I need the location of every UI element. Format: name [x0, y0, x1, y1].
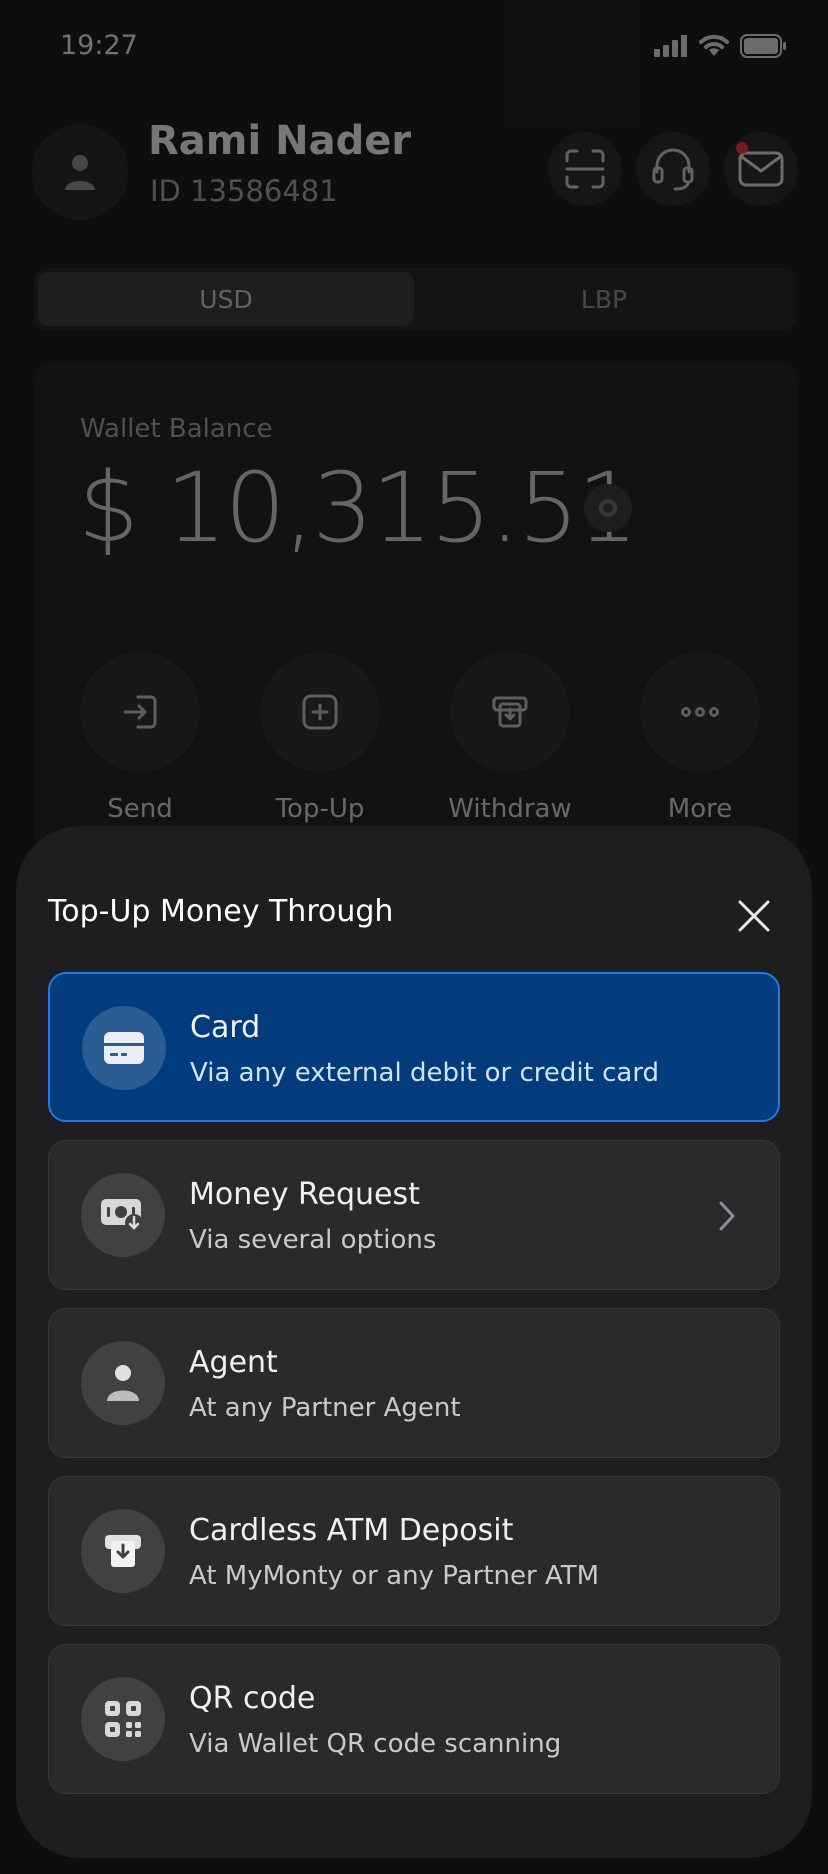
screen: 19:27 Rami Nader ID 13586481 USD LBP Wal… [0, 0, 828, 1874]
option-qr-code-subtitle: Via Wallet QR code scanning [189, 1729, 562, 1759]
person-icon [107, 1365, 139, 1401]
card-icon [104, 1032, 144, 1064]
top-up-bottom-sheet: Top-Up Money Through Card Via any extern… [16, 826, 812, 1858]
option-cardless-atm-deposit[interactable]: Cardless ATM Deposit At MyMonty or any P… [48, 1476, 780, 1626]
option-card-title: Card [190, 1010, 261, 1045]
option-money-request[interactable]: Money Request Via several options [48, 1140, 780, 1290]
money-request-icon [101, 1199, 143, 1232]
qr-code-icon [105, 1701, 141, 1737]
option-money-request-title: Money Request [189, 1177, 420, 1212]
close-button[interactable] [734, 896, 774, 936]
option-qr-code-title: QR code [189, 1681, 316, 1716]
close-icon [738, 900, 770, 932]
money-request-icon-wrap [81, 1173, 165, 1257]
option-agent-title: Agent [189, 1345, 278, 1380]
card-icon-wrap [82, 1006, 166, 1090]
option-card-subtitle: Via any external debit or credit card [190, 1058, 660, 1088]
option-qr-code[interactable]: QR code Via Wallet QR code scanning [48, 1644, 780, 1794]
atm-icon-wrap [81, 1509, 165, 1593]
option-money-request-subtitle: Via several options [189, 1225, 437, 1255]
agent-icon-wrap [81, 1341, 165, 1425]
option-agent-subtitle: At any Partner Agent [189, 1393, 461, 1423]
sheet-title: Top-Up Money Through [48, 894, 394, 929]
atm-icon [105, 1535, 141, 1567]
option-cardless-atm-subtitle: At MyMonty or any Partner ATM [189, 1561, 600, 1591]
qr-code-icon-wrap [81, 1677, 165, 1761]
option-cardless-atm-title: Cardless ATM Deposit [189, 1513, 514, 1548]
option-agent[interactable]: Agent At any Partner Agent [48, 1308, 780, 1458]
chevron-right-icon [719, 1201, 735, 1231]
option-card[interactable]: Card Via any external debit or credit ca… [48, 972, 780, 1122]
